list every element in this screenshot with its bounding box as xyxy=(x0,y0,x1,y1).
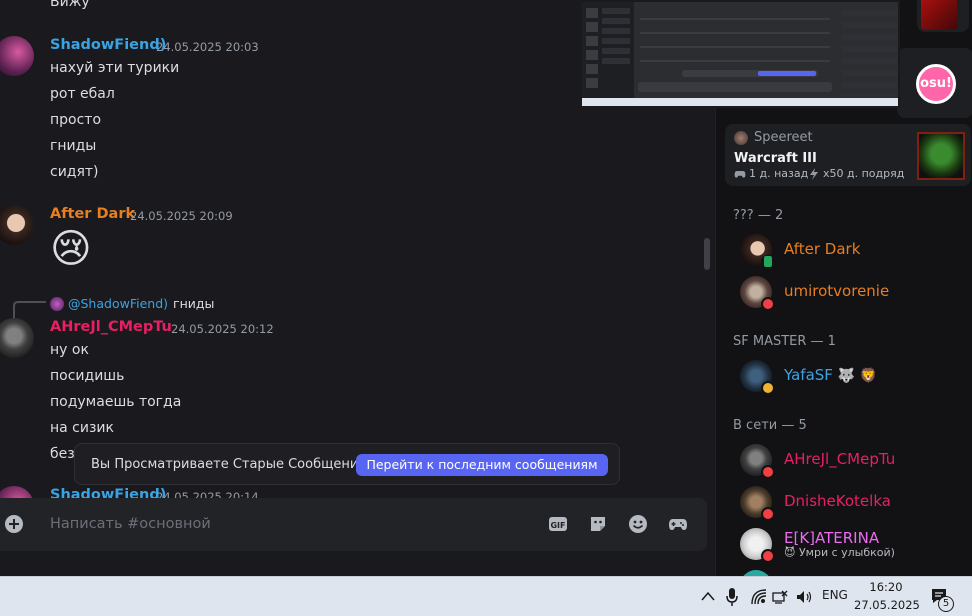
member-section-header: SF MASTER — 1 xyxy=(733,334,836,349)
message-line: посидишь xyxy=(50,368,125,384)
wifi-icon[interactable] xyxy=(750,588,768,606)
crying-emoji: 😢 xyxy=(50,226,92,272)
message-input[interactable]: Написать #основной xyxy=(50,516,211,532)
reply-connector xyxy=(13,301,46,319)
jump-to-present-button[interactable]: Перейти к последним сообщениям xyxy=(356,454,608,476)
emoji-icon[interactable] xyxy=(628,514,648,534)
dnd-status-icon xyxy=(761,465,775,479)
idle-status-icon xyxy=(761,381,775,395)
dota-icon xyxy=(921,0,957,30)
message-timestamp: 24.05.2025 20:12 xyxy=(171,322,274,336)
member-item[interactable]: E[K]ATERINA 😈 Умри с улыбкой) xyxy=(740,528,970,564)
message-line: без xyxy=(50,446,75,462)
member-item[interactable]: YafaSF 🐺 🦁 xyxy=(740,360,970,396)
preview-messages xyxy=(640,12,830,72)
card-streak: x50 д. подряд xyxy=(823,167,905,180)
message-timestamp: 24.05.2025 20:09 xyxy=(130,209,233,223)
member-name: E[K]ATERINA xyxy=(784,529,880,547)
message-line: просто xyxy=(50,112,102,128)
member-item[interactable]: AHreJl_CMepTu xyxy=(740,444,970,480)
preview-server-icons xyxy=(586,8,598,88)
member-name: YafaSF 🐺 🦁 xyxy=(784,366,878,384)
gamepad-icon xyxy=(734,171,746,178)
message-author[interactable]: AHreJl_CMepTu xyxy=(50,319,172,335)
member-name: DnisheKotelka xyxy=(784,492,891,510)
notification-count-badge: 5 xyxy=(938,596,954,612)
mobile-status-icon xyxy=(761,255,775,269)
osu-icon: osu! xyxy=(916,64,956,104)
member-emoji: 🐺 🦁 xyxy=(837,368,878,384)
svg-text:GIF: GIF xyxy=(550,521,565,530)
dnd-status-icon xyxy=(761,507,775,521)
member-section-header: ??? — 2 xyxy=(733,208,784,223)
member-name: umirotvorenie xyxy=(784,282,890,300)
card-time-ago: 1 д. назад xyxy=(749,167,809,180)
message-line: гниды xyxy=(50,138,97,154)
message-line: на сизик xyxy=(50,420,114,436)
member-name: AHreJl_CMepTu xyxy=(784,450,896,468)
gif-icon[interactable]: GIF xyxy=(548,514,568,534)
chevron-up-icon[interactable] xyxy=(701,591,715,601)
windows-taskbar: ENG 16:20 27.05.2025 5 xyxy=(0,576,972,616)
sticker-icon[interactable] xyxy=(588,514,608,534)
message-author[interactable]: ShadowFiend) xyxy=(50,37,166,53)
avatar[interactable] xyxy=(0,36,34,76)
banner-text: Вы Просматриваете Старые Сообщения xyxy=(91,457,367,472)
dnd-status-icon xyxy=(761,549,775,563)
message-line: нахуй эти турики xyxy=(50,60,180,76)
message-line: рот ебал xyxy=(50,86,115,102)
message-line: сидят) xyxy=(50,164,99,180)
card-user-avatar xyxy=(734,131,748,145)
preview-taskbar xyxy=(582,98,898,106)
card-game: Warcraft III xyxy=(734,151,817,166)
avatar[interactable] xyxy=(0,205,34,245)
message-composer[interactable]: Написать #основной GIF xyxy=(0,498,707,551)
warcraft-image xyxy=(917,132,965,180)
stream-preview[interactable] xyxy=(580,0,900,108)
preview-banner xyxy=(682,70,818,77)
message-line: Вижу xyxy=(50,0,90,10)
clock-time[interactable]: 16:20 xyxy=(858,580,914,594)
scrollbar-thumb[interactable] xyxy=(704,238,710,270)
preview-members xyxy=(842,10,898,96)
activity-card[interactable]: Speereet Warcraft III 1 д. назад x50 д. … xyxy=(725,124,971,186)
message-timestamp: 24.05.2025 20:03 xyxy=(156,40,259,54)
add-attachment-icon[interactable] xyxy=(4,514,24,534)
preview-channel-list xyxy=(602,8,630,68)
gamepad-icon[interactable] xyxy=(668,514,688,534)
member-section-header: В сети — 5 xyxy=(733,418,807,433)
network-disconnected-icon[interactable] xyxy=(771,588,789,606)
dnd-status-icon xyxy=(761,297,775,311)
reply-avatar xyxy=(50,297,64,311)
lightning-icon xyxy=(810,168,818,180)
volume-icon[interactable] xyxy=(795,588,813,606)
activity-card-partial[interactable] xyxy=(917,0,969,32)
reply-author[interactable]: @ShadowFiend) xyxy=(68,296,168,311)
clock-date[interactable]: 27.05.2025 xyxy=(854,598,920,612)
member-name: After Dark xyxy=(784,240,861,258)
message-line: подумаешь тогда xyxy=(50,394,182,410)
card-username: Speereet xyxy=(754,130,813,145)
message-author[interactable]: After Dark xyxy=(50,206,135,222)
activity-card-partial[interactable]: osu! xyxy=(897,48,972,118)
member-item[interactable]: umirotvorenie xyxy=(740,276,970,312)
member-custom-status: 😈 Умри с улыбкой) xyxy=(784,546,895,559)
message-line: ну ок xyxy=(50,342,89,358)
microphone-icon[interactable] xyxy=(726,587,738,607)
member-item[interactable]: DnisheKotelka xyxy=(740,486,970,522)
language-indicator[interactable]: ENG xyxy=(822,588,848,602)
preview-composer xyxy=(638,82,832,92)
old-messages-banner: Вы Просматриваете Старые Сообщения Перей… xyxy=(74,443,620,485)
reply-text[interactable]: гниды xyxy=(173,296,214,311)
avatar[interactable] xyxy=(0,318,34,358)
member-item[interactable]: After Dark xyxy=(740,234,970,270)
